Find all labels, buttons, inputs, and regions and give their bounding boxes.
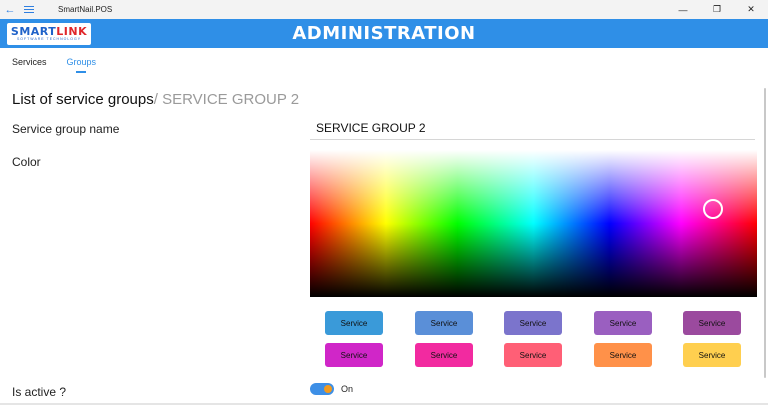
is-active-toggle[interactable] bbox=[310, 383, 334, 395]
color-swatch-4[interactable]: Service bbox=[594, 311, 652, 335]
tab-active-indicator bbox=[75, 71, 86, 73]
color-picker-spectrum[interactable] bbox=[310, 150, 757, 297]
minimize-icon[interactable]: — bbox=[666, 0, 700, 19]
hamburger-menu-icon[interactable] bbox=[24, 6, 42, 13]
service-group-name-input[interactable]: SERVICE GROUP 2 bbox=[310, 116, 755, 140]
color-swatch-6[interactable]: Service bbox=[325, 343, 383, 367]
color-swatch-1[interactable]: Service bbox=[325, 311, 383, 335]
color-swatch-8[interactable]: Service bbox=[504, 343, 562, 367]
page-title: List of service groups/ SERVICE GROUP 2 bbox=[12, 91, 300, 108]
color-picker-handle[interactable] bbox=[703, 199, 723, 219]
title-bar: ← SmartNail.POS — ❐ ✕ bbox=[0, 0, 768, 19]
app-header: SMARTLINK SOFTWARE TECHNOLOGY ADMINISTRA… bbox=[0, 19, 768, 48]
vertical-scrollbar[interactable] bbox=[764, 88, 766, 378]
color-swatch-7[interactable]: Service bbox=[415, 343, 473, 367]
color-swatch-5[interactable]: Service bbox=[683, 311, 741, 335]
color-swatch-10[interactable]: Service bbox=[683, 343, 741, 367]
close-icon[interactable]: ✕ bbox=[734, 0, 768, 19]
service-group-name-label: Service group name bbox=[12, 122, 120, 136]
restore-icon[interactable]: ❐ bbox=[700, 0, 734, 19]
tab-groups[interactable]: Groups bbox=[67, 57, 96, 73]
toggle-state-text: On bbox=[341, 384, 354, 394]
color-swatch-2[interactable]: Service bbox=[415, 311, 473, 335]
color-swatch-3[interactable]: Service bbox=[504, 311, 562, 335]
back-arrow-icon[interactable]: ← bbox=[0, 4, 20, 16]
toggle-knob bbox=[324, 385, 332, 393]
tab-services[interactable]: Services bbox=[12, 57, 47, 67]
header-title: ADMINISTRATION bbox=[292, 23, 476, 44]
color-swatch-9[interactable]: Service bbox=[594, 343, 652, 367]
breadcrumb: / SERVICE GROUP 2 bbox=[153, 91, 300, 108]
color-label: Color bbox=[12, 155, 41, 169]
window-title: SmartNail.POS bbox=[58, 5, 113, 14]
tab-bar: Services Groups bbox=[12, 57, 96, 73]
is-active-label: Is active ? bbox=[12, 385, 67, 399]
